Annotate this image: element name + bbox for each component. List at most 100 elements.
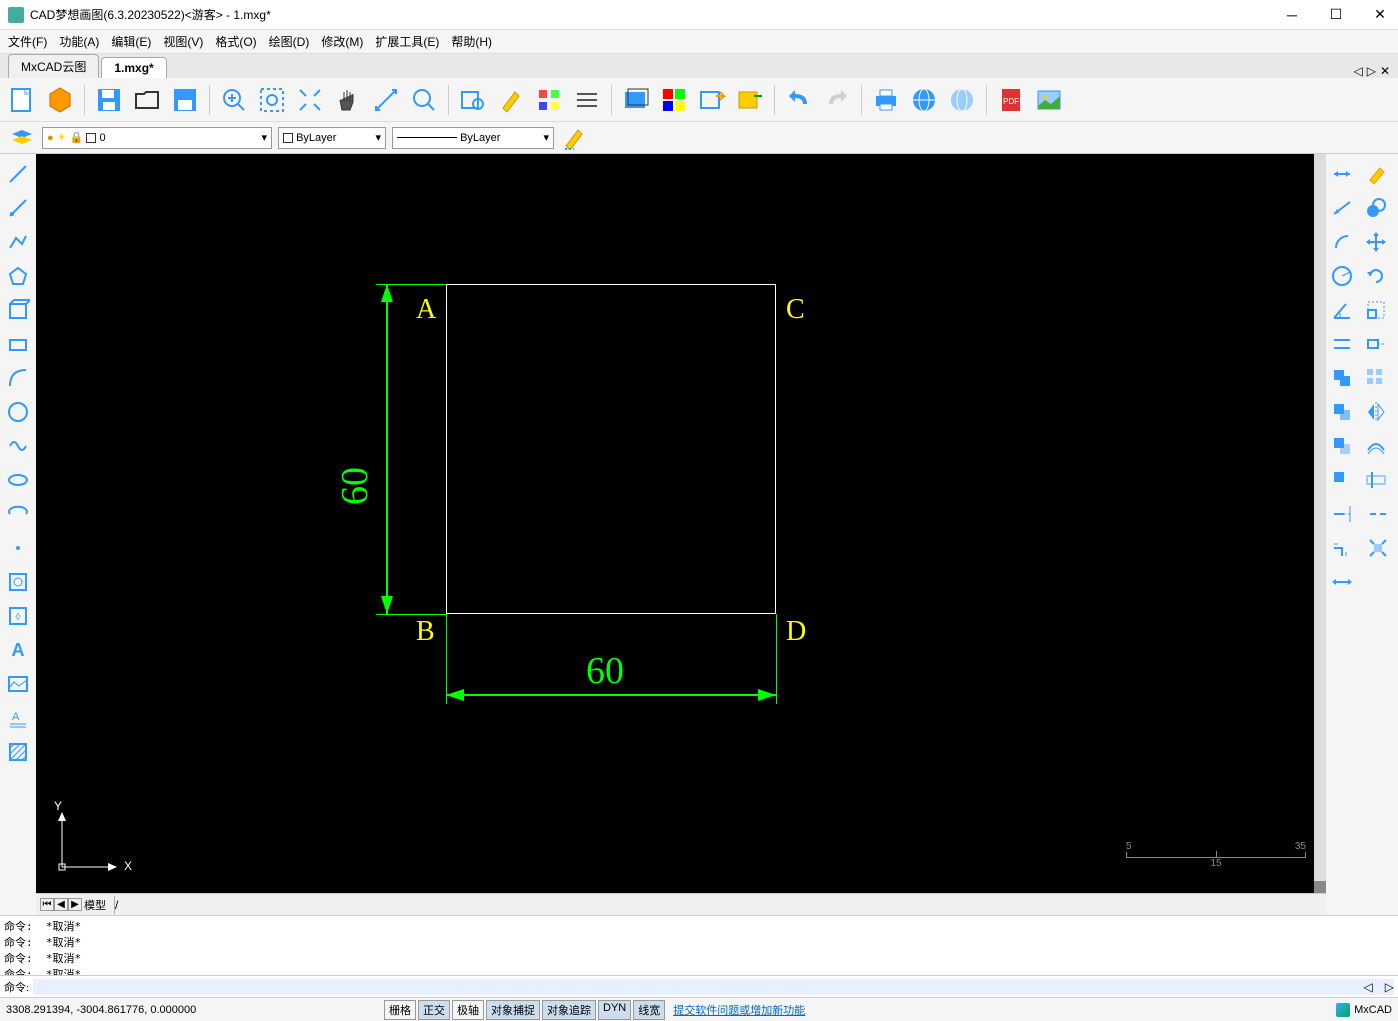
- menu-ext[interactable]: 扩展工具(E): [375, 33, 439, 50]
- color-dropdown[interactable]: ByLayer ▾: [278, 127, 386, 149]
- copy4-tool[interactable]: [1326, 464, 1358, 496]
- zoom-in-button[interactable]: [216, 82, 252, 118]
- explode-tool[interactable]: [1362, 532, 1394, 564]
- dim-angular-tool[interactable]: [1326, 294, 1358, 326]
- layer-dropdown[interactable]: ● ☀ 🔒 0 ▾: [42, 127, 272, 149]
- minimize-button[interactable]: ─: [1282, 5, 1302, 25]
- saveas-button[interactable]: [167, 82, 203, 118]
- feedback-link[interactable]: 提交软件问题或增加新功能: [673, 1002, 805, 1018]
- ray-tool[interactable]: [2, 192, 34, 224]
- tab-1mxg[interactable]: 1.mxg*: [101, 57, 166, 78]
- block-tool[interactable]: [2, 566, 34, 598]
- array-tool[interactable]: [1360, 362, 1392, 394]
- open-folder-button[interactable]: [129, 82, 165, 118]
- dim-arc-tool[interactable]: [1326, 226, 1358, 258]
- text-tool[interactable]: A: [2, 634, 34, 666]
- web2-button[interactable]: [944, 82, 980, 118]
- layer-manager-button[interactable]: [8, 124, 36, 152]
- mt-next[interactable]: ▶: [68, 898, 82, 911]
- spline-tool[interactable]: [2, 430, 34, 462]
- maximize-button[interactable]: ☐: [1326, 5, 1346, 25]
- linetype-dropdown[interactable]: ByLayer ▾: [392, 127, 554, 149]
- properties-button[interactable]: [531, 82, 567, 118]
- find-button[interactable]: [455, 82, 491, 118]
- ellipse-arc-tool[interactable]: [2, 498, 34, 530]
- zoom-extents-button[interactable]: [292, 82, 328, 118]
- stretch-tool[interactable]: [1360, 328, 1392, 360]
- toggle-dyn[interactable]: DYN: [598, 1000, 631, 1020]
- command-input[interactable]: [33, 979, 1394, 995]
- menu-format[interactable]: 格式(O): [215, 33, 256, 50]
- mirror-tool[interactable]: [1360, 396, 1392, 428]
- lengthen-tool[interactable]: [1326, 566, 1358, 598]
- dim-aligned-tool[interactable]: [1326, 192, 1358, 224]
- toggle-grid[interactable]: 栅格: [384, 1000, 416, 1020]
- fillet-tool[interactable]: [1326, 532, 1358, 564]
- dim-baseline-tool[interactable]: [1326, 328, 1358, 360]
- image-tool[interactable]: [2, 668, 34, 700]
- mt-prev[interactable]: ◀: [54, 898, 68, 911]
- cmd-next-icon[interactable]: ▷: [1385, 980, 1394, 994]
- menu-draw[interactable]: 绘图(D): [269, 33, 310, 50]
- move-tool[interactable]: [1360, 226, 1392, 258]
- pdf-button[interactable]: PDF: [993, 82, 1029, 118]
- dim-radius-tool[interactable]: [1326, 260, 1358, 292]
- rectangle-tool[interactable]: [2, 294, 34, 326]
- web-button[interactable]: [906, 82, 942, 118]
- rotate-tool[interactable]: [1360, 260, 1392, 292]
- polygon-tool[interactable]: [2, 260, 34, 292]
- drawing-canvas[interactable]: A C B D 60 60 Y X: [36, 154, 1326, 893]
- menu-function[interactable]: 功能(A): [59, 33, 99, 50]
- line-tool[interactable]: [2, 158, 34, 190]
- ellipse-tool[interactable]: [2, 464, 34, 496]
- erase-tool[interactable]: [1360, 158, 1392, 190]
- trim-tool[interactable]: [1360, 464, 1392, 496]
- list-button[interactable]: [569, 82, 605, 118]
- import-button[interactable]: [732, 82, 768, 118]
- circle-tool[interactable]: [2, 396, 34, 428]
- edit-pen-button[interactable]: [560, 124, 588, 152]
- save-button[interactable]: [91, 82, 127, 118]
- toggle-osnap[interactable]: 对象捕捉: [486, 1000, 540, 1020]
- menu-modify[interactable]: 修改(M): [321, 33, 363, 50]
- layer-button[interactable]: [618, 82, 654, 118]
- undo-button[interactable]: [781, 82, 817, 118]
- dim-linear-tool[interactable]: [1326, 158, 1358, 190]
- copy-tool[interactable]: [1360, 192, 1392, 224]
- polyline-tool[interactable]: [2, 226, 34, 258]
- highlight-button[interactable]: [493, 82, 529, 118]
- break-tool[interactable]: [1362, 498, 1394, 530]
- menu-view[interactable]: 视图(V): [163, 33, 203, 50]
- scale-tool[interactable]: [1360, 294, 1392, 326]
- print-button[interactable]: [868, 82, 904, 118]
- scrollbar-v[interactable]: [1314, 154, 1326, 893]
- measure-button[interactable]: [368, 82, 404, 118]
- arc-tool[interactable]: [2, 362, 34, 394]
- menu-file[interactable]: 文件(F): [8, 33, 47, 50]
- menu-help[interactable]: 帮助(H): [451, 33, 492, 50]
- menu-edit[interactable]: 编辑(E): [111, 33, 151, 50]
- tab-prev-icon[interactable]: ◁: [1353, 64, 1362, 78]
- zoom-window-button[interactable]: [254, 82, 290, 118]
- pan-button[interactable]: [330, 82, 366, 118]
- toggle-ortho[interactable]: 正交: [418, 1000, 450, 1020]
- redo-button[interactable]: [819, 82, 855, 118]
- copy-props-tool[interactable]: [1326, 362, 1358, 394]
- tab-next-icon[interactable]: ▷: [1367, 64, 1376, 78]
- hatch-tool[interactable]: [2, 736, 34, 768]
- insert-block-tool[interactable]: ◊: [2, 600, 34, 632]
- extend-tool[interactable]: [1326, 498, 1358, 530]
- toggle-lw[interactable]: 线宽: [633, 1000, 665, 1020]
- mt-first[interactable]: ⏮: [40, 898, 54, 911]
- image-button[interactable]: [1031, 82, 1067, 118]
- export-button[interactable]: [694, 82, 730, 118]
- new-file-button[interactable]: [4, 82, 40, 118]
- mtext-tool[interactable]: A: [2, 702, 34, 734]
- offset-tool[interactable]: [1360, 430, 1392, 462]
- toggle-otrack[interactable]: 对象追踪: [542, 1000, 596, 1020]
- zoom-realtime-button[interactable]: [406, 82, 442, 118]
- rect-tool[interactable]: [2, 328, 34, 360]
- close-button[interactable]: ✕: [1370, 5, 1390, 25]
- color-button[interactable]: [656, 82, 692, 118]
- tab-close-icon[interactable]: ✕: [1380, 64, 1390, 78]
